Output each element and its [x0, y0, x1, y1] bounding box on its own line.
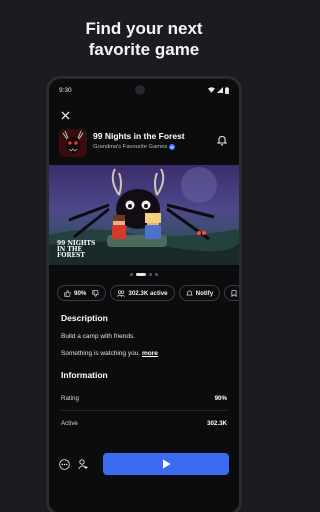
active-players-chip[interactable]: 302.3K active: [110, 285, 175, 301]
signal-icon: [217, 87, 223, 93]
people-icon: [117, 290, 126, 297]
carousel-indicator: [49, 269, 239, 279]
carousel-dot[interactable]: [155, 272, 158, 276]
verified-icon: [169, 144, 176, 150]
active-players-label: 302.3K active: [128, 289, 168, 297]
description-heading: Description: [61, 313, 108, 323]
notify-label: Notify: [195, 289, 214, 297]
game-thumbnail[interactable]: [59, 129, 87, 157]
play-button[interactable]: [103, 453, 229, 475]
bell-icon[interactable]: [217, 135, 227, 146]
marketing-headline: Find your next favorite game: [0, 18, 288, 60]
information-heading: Information: [61, 370, 108, 380]
more-link[interactable]: more: [142, 350, 158, 357]
headline-line-1: Find your next: [85, 19, 203, 38]
info-label: Active: [61, 419, 78, 427]
status-icons: [208, 86, 229, 94]
thumbs-down-icon[interactable]: [92, 289, 100, 297]
carousel-dot[interactable]: [149, 272, 152, 276]
description-line-2: Something is watching you.: [61, 350, 141, 357]
info-row-rating: Rating 90%: [49, 392, 239, 404]
description-text: Something is watching you. more: [49, 349, 239, 358]
game-title: 99 Nights in the Forest: [93, 131, 185, 141]
game-header: 99 Nights in the Forest Grandma's Favour…: [49, 129, 239, 165]
add-friend-icon[interactable]: [78, 458, 88, 470]
info-value: 302.3K: [207, 419, 227, 427]
bookmark-icon: [231, 289, 237, 297]
close-row: [49, 101, 239, 129]
info-label: Rating: [61, 394, 79, 402]
play-icon: [162, 459, 170, 469]
game-creator[interactable]: Grandma's Favourite Games: [93, 144, 185, 150]
game-meta: 99 Nights in the Forest Grandma's Favour…: [93, 129, 185, 150]
battery-icon: [225, 86, 229, 94]
rating-chip[interactable]: 90%: [57, 285, 107, 301]
banner-logo: 99 NIGHTS IN THE FOREST: [57, 240, 96, 259]
info-value: 90%: [214, 394, 227, 402]
carousel-dot[interactable]: [130, 272, 133, 276]
wifi-icon: [208, 87, 215, 93]
carousel-dot-active[interactable]: [136, 272, 146, 276]
camera-cutout: [134, 85, 145, 95]
action-chips: 90% 302.3K active Notify: [49, 279, 239, 307]
bell-icon: [185, 290, 193, 295]
more-icon[interactable]: [59, 458, 70, 470]
status-bar: 9:30: [49, 79, 239, 101]
description-line-1: Build a camp with friends.: [61, 333, 136, 340]
rating-chip-label: 90%: [74, 289, 87, 297]
bookmark-chip[interactable]: [224, 285, 239, 301]
thumbs-up-icon: [64, 289, 71, 297]
game-banner[interactable]: 99 NIGHTS IN THE FOREST: [49, 165, 239, 265]
headline-line-2: favorite game: [88, 40, 200, 59]
close-icon[interactable]: [61, 110, 70, 120]
info-row-active: Active 302.3K: [49, 417, 239, 429]
status-time: 9:30: [59, 86, 72, 94]
bottom-action-bar: [49, 449, 239, 479]
phone-frame: 9:30 99 Nights in the Forest Grandma's F…: [46, 76, 242, 512]
creator-name[interactable]: Grandma's Favourite Games: [93, 144, 167, 150]
notify-chip[interactable]: Notify: [178, 285, 221, 301]
